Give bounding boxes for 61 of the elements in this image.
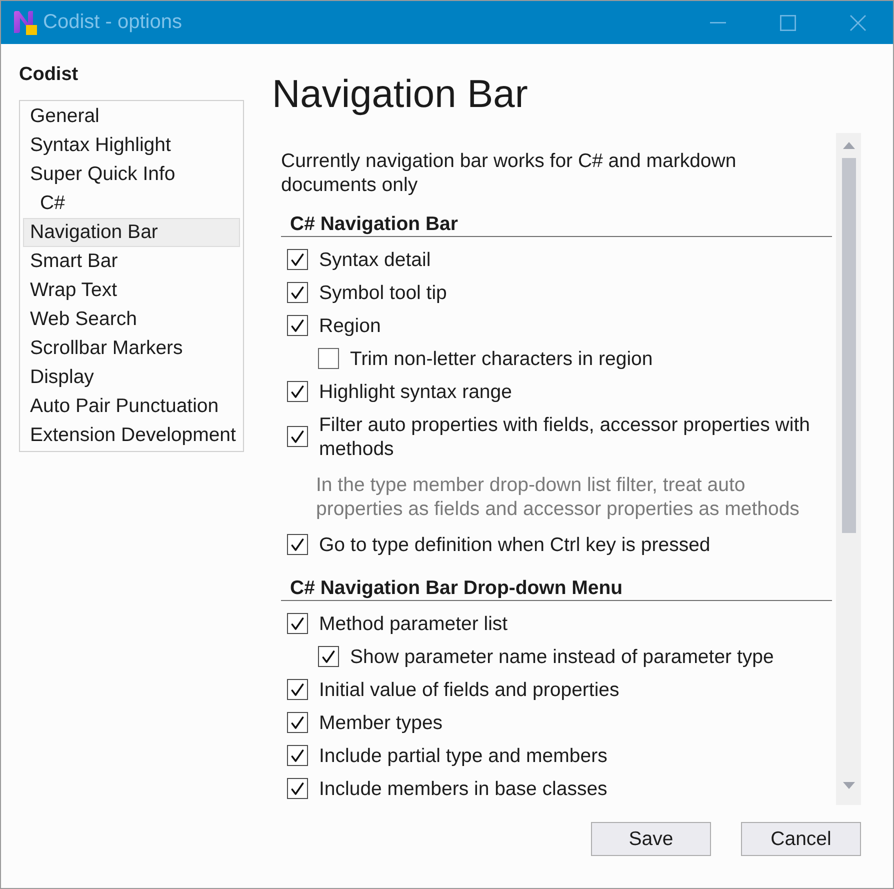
checkmark-icon [291, 384, 304, 398]
dialog-button[interactable]: Cancel [741, 822, 861, 856]
sidebar-title: Codist [19, 64, 80, 86]
sidebar-item[interactable]: Extension Development [23, 421, 240, 450]
sidebar-item[interactable]: Web Search [23, 305, 240, 334]
option-label: Syntax detail [319, 248, 431, 272]
window-title: Codist - options [43, 11, 182, 34]
sidebar-item[interactable]: Wrap Text [23, 276, 240, 305]
checkmark-icon [291, 318, 304, 332]
checkmark-icon [291, 716, 304, 730]
checkmark-icon [291, 682, 304, 696]
option-label: Member types [319, 710, 443, 734]
checkbox[interactable] [287, 249, 308, 270]
option-label: Trim non-letter characters in region [350, 346, 653, 370]
app-logo-icon [12, 10, 37, 35]
page-title: Navigation Bar [272, 73, 529, 117]
checkbox[interactable] [287, 381, 308, 402]
option-description: In the type member drop-down list filter, treat auto properties as fields and accessor properties as methods [316, 472, 800, 520]
sidebar-item[interactable]: Navigation Bar [23, 218, 240, 247]
checkbox[interactable] [287, 613, 308, 634]
checkbox[interactable] [287, 712, 308, 733]
checkmark-icon [322, 650, 335, 664]
option-label: Filter auto properties with fields, accessor properties with methods [319, 412, 811, 460]
checkbox[interactable] [287, 679, 308, 700]
option-label: Include partial type and members [319, 744, 608, 768]
sidebar-item[interactable]: Super Quick Info [23, 160, 240, 189]
checkmark-icon [291, 616, 304, 630]
checkbox[interactable] [287, 282, 308, 303]
checkbox[interactable] [287, 426, 308, 447]
option-label: Initial value of fields and properties [319, 678, 620, 702]
option-label: Highlight syntax range [319, 380, 512, 404]
sidebar-item[interactable]: Display [23, 363, 240, 392]
checkbox[interactable] [318, 348, 339, 369]
checkmark-icon [291, 252, 304, 266]
option-label: Go to type definition when Ctrl key is pressed [319, 532, 710, 556]
intro-text: Currently navigation bar works for C# and markdown documents only [281, 149, 738, 197]
sidebar-item[interactable]: C# [23, 189, 240, 218]
checkmark-icon [291, 748, 304, 762]
section-heading: C# Navigation Bar Drop-down Menu [281, 576, 832, 601]
checkbox[interactable] [287, 315, 308, 336]
option-label: Show parameter name instead of parameter type [350, 644, 774, 668]
sidebar-item[interactable]: Smart Bar [23, 247, 240, 276]
checkbox[interactable] [287, 534, 308, 555]
checkmark-icon [291, 538, 304, 552]
checkbox[interactable] [287, 745, 308, 766]
option-label: Method parameter list [319, 612, 508, 636]
sidebar-item[interactable]: Scrollbar Markers [23, 334, 240, 363]
checkmark-icon [291, 286, 304, 300]
option-label: Symbol tool tip [319, 280, 447, 304]
scrollbar-thumb[interactable] [842, 158, 856, 533]
checkbox[interactable] [318, 646, 339, 667]
sidebar-item[interactable]: General [23, 102, 240, 131]
sidebar-item[interactable]: Auto Pair Punctuation [23, 392, 240, 421]
checkmark-icon [291, 430, 304, 444]
sidebar-item[interactable]: Syntax Highlight [23, 131, 240, 160]
section-heading: C# Navigation Bar [281, 212, 832, 237]
checkbox[interactable] [287, 778, 308, 799]
option-label: Region [319, 314, 381, 338]
option-label: Include members in base classes [319, 776, 608, 800]
checkmark-icon [291, 782, 304, 796]
dialog-button[interactable]: Save [591, 822, 711, 856]
